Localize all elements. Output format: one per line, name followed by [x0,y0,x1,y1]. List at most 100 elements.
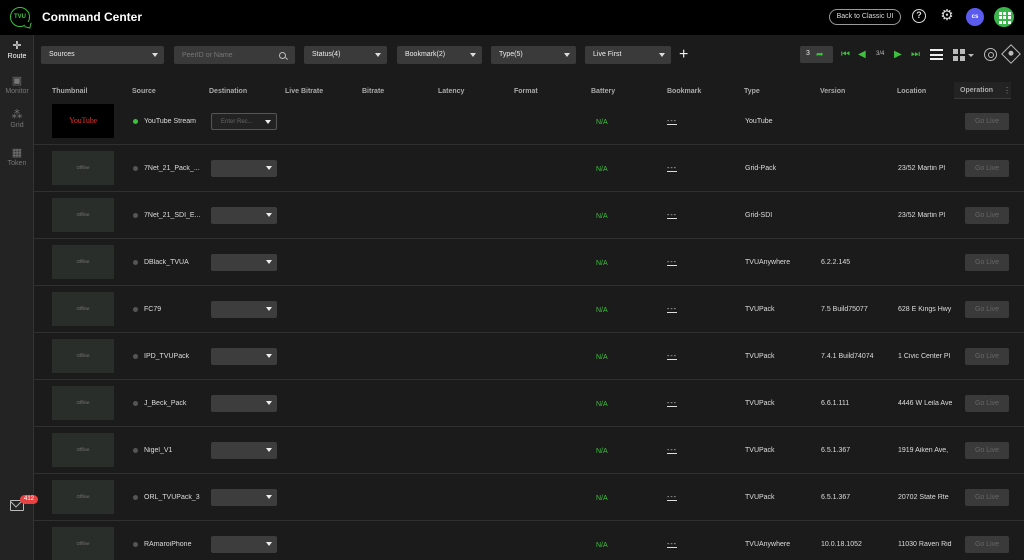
source-name[interactable]: Nigel_V1 [144,447,216,454]
monitor-icon: ▣ [11,75,23,87]
add-icon[interactable]: + [679,46,688,64]
destination-select[interactable] [211,301,277,318]
table-row[interactable]: Offline RAmaroiPhone N/A --- TVUAnywhere 10.0… [34,521,1024,560]
go-live-button[interactable]: Go Live [965,207,1009,224]
location-value: 628 E Kings Hwy [898,306,952,313]
destination-select[interactable] [211,348,277,365]
table-row[interactable]: Offline J_Beck_Pack N/A --- TVUPack 6.6.1.111… [34,380,1024,427]
type-dropdown[interactable]: Type(5) [491,46,576,64]
col-live-bitrate: Live Bitrate [285,88,324,95]
nav-route[interactable]: ✛ Route [0,40,34,68]
table-row[interactable]: YouTube YouTube Stream Enter Rec... N/A --- Y… [34,98,1024,145]
go-live-button[interactable]: Go Live [965,395,1009,412]
table-row[interactable]: Offline 7Net_21_Pack_... N/A --- Grid-Pack 23… [34,145,1024,192]
thumbnail[interactable]: Offline [52,198,114,232]
bookmark-link[interactable]: --- [667,353,677,360]
bookmark-link[interactable]: --- [667,400,677,407]
destination-select[interactable]: Enter Rec... [211,113,277,130]
next-page-icon[interactable]: ▶ [894,49,902,60]
table-row[interactable]: Offline DBlack_TVUA N/A --- TVUAnywhere 6.2.2… [34,239,1024,286]
thumbnail[interactable]: Offline [52,151,114,185]
thumbnail[interactable]: Offline [52,433,114,467]
column-settings-icon[interactable]: ⋮ [1003,86,1011,95]
type-value: TVUPack [745,447,775,454]
nav-grid[interactable]: ⁂ Grid [0,109,34,137]
destination-select[interactable] [211,395,277,412]
first-page-icon[interactable]: ⏮ [841,49,850,60]
apps-grid-icon[interactable] [994,7,1014,27]
bookmark-link[interactable]: --- [667,212,677,219]
go-live-button[interactable]: Go Live [965,536,1009,553]
grid-view-icon[interactable] [953,49,965,61]
bookmark-link[interactable]: --- [667,118,677,125]
source-name[interactable]: IPD_TVUPack [144,353,216,360]
location-value: 11030 Raven Rid [898,541,952,548]
sources-dropdown[interactable]: Sources [41,46,164,64]
destination-select[interactable] [211,254,277,271]
table-row[interactable]: Offline FC79 N/A --- TVUPack 7.5 Build75077 62… [34,286,1024,333]
search-input[interactable] [174,46,295,64]
go-live-button[interactable]: Go Live [965,160,1009,177]
sort-dropdown[interactable]: Live First [585,46,671,64]
source-name[interactable]: 7Net_21_SDI_E... [144,212,216,219]
go-to-page-box[interactable]: 3 ➦ [800,46,833,63]
gear-icon[interactable]: ⚙ [939,8,955,24]
thumbnail[interactable]: Offline [52,386,114,420]
help-icon[interactable]: ? [912,9,926,23]
table-row[interactable]: Offline IPD_TVUPack N/A --- TVUPack 7.4.1 Bui… [34,333,1024,380]
chevron-down-icon [564,53,570,57]
destination-select[interactable] [211,160,277,177]
table-row[interactable]: Offline ORL_TVUPack_3 N/A --- TVUPack 6.5.1.3… [34,474,1024,521]
go-arrow-icon[interactable]: ➦ [816,49,824,60]
go-live-button[interactable]: Go Live [965,301,1009,318]
source-name[interactable]: FC79 [144,306,216,313]
go-live-button[interactable]: Go Live [965,348,1009,365]
list-view-icon[interactable] [930,49,943,60]
table-row[interactable]: Offline 7Net_21_SDI_E... N/A --- Grid-SDI 23/… [34,192,1024,239]
bookmark-link[interactable]: --- [667,447,677,454]
tvu-logo[interactable]: TVU [10,7,30,27]
go-live-button[interactable]: Go Live [965,254,1009,271]
thumbnail[interactable]: Offline [52,292,114,326]
bookmark-dropdown[interactable]: Bookmark(2) [397,46,482,64]
bookmark-link[interactable]: --- [667,259,677,266]
prev-page-icon[interactable]: ◀ [858,49,866,60]
bookmark-link[interactable]: --- [667,494,677,501]
table-row[interactable]: Offline Nigel_V1 N/A --- TVUPack 6.5.1.367 191… [34,427,1024,474]
destination-select[interactable] [211,207,277,224]
bookmark-link[interactable]: --- [667,165,677,172]
search-icon[interactable] [279,52,286,59]
thumbnail[interactable]: Offline [52,339,114,373]
go-live-button[interactable]: Go Live [965,113,1009,130]
bookmark-link[interactable]: --- [667,541,677,548]
back-to-classic-button[interactable]: Back to Classic UI [829,9,901,25]
page-indicator: 3/4 [876,51,885,57]
thumbnail[interactable]: YouTube [52,104,114,138]
go-live-button[interactable]: Go Live [965,442,1009,459]
user-avatar[interactable]: cs [966,8,984,26]
destination-select[interactable] [211,442,277,459]
chevron-down-icon[interactable] [968,54,974,57]
nav-monitor[interactable]: ▣ Monitor [0,75,34,103]
col-location: Location [897,88,927,95]
location-pin-icon[interactable] [984,48,997,61]
thumbnail[interactable]: Offline [52,245,114,279]
source-name[interactable]: ORL_TVUPack_3 [144,494,216,501]
destination-select[interactable] [211,536,277,553]
source-name[interactable]: YouTube Stream [144,118,216,125]
destination-select[interactable] [211,489,277,506]
source-name[interactable]: DBlack_TVUA [144,259,216,266]
col-operation-header: Operation ⋮ [954,82,1011,99]
source-name[interactable]: J_Beck_Pack [144,400,216,407]
nav-token[interactable]: ▦ Token [0,147,34,175]
source-name[interactable]: 7Net_21_Pack_... [144,165,216,172]
thumbnail[interactable]: Offline [52,527,114,560]
source-name[interactable]: RAmaroiPhone [144,541,216,548]
status-dropdown[interactable]: Status(4) [304,46,387,64]
status-dot [133,448,138,453]
go-live-button[interactable]: Go Live [965,489,1009,506]
last-page-icon[interactable]: ⏭ [911,49,920,60]
location-value: 20702 State Rte [898,494,949,501]
bookmark-link[interactable]: --- [667,306,677,313]
thumbnail[interactable]: Offline [52,480,114,514]
